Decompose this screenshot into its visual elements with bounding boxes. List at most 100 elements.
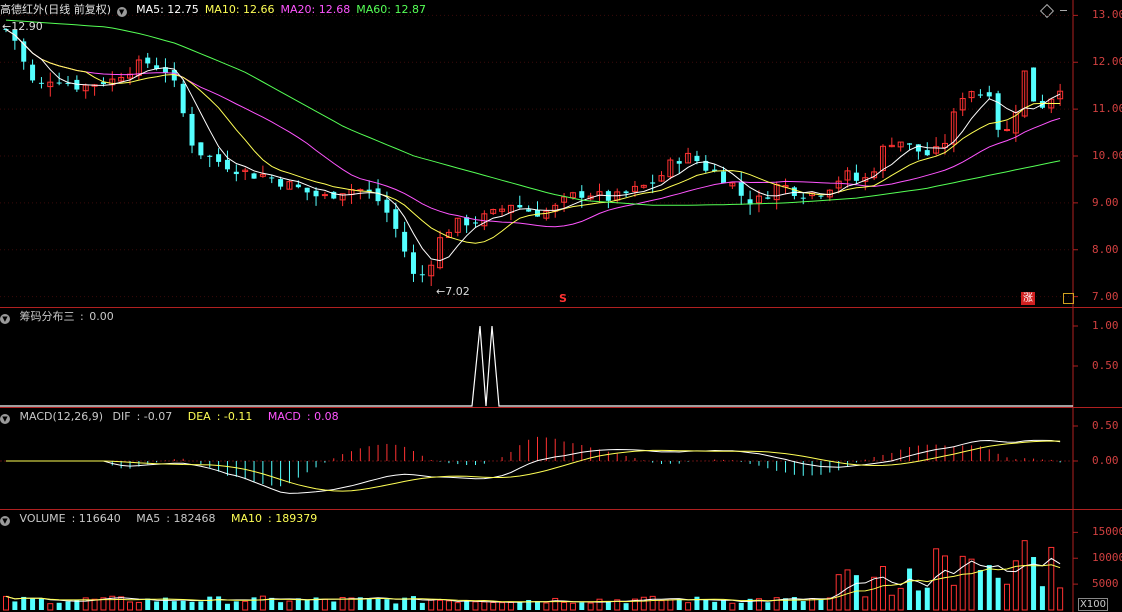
macd-header: ▼ MACD(12,26,9) DIF: -0.07 DEA: -0.11 MA…	[0, 409, 351, 425]
candle-body-down	[313, 190, 319, 197]
volume-bar-up	[968, 558, 975, 611]
candle-body-down	[56, 82, 62, 84]
candle-body-down	[676, 161, 682, 164]
chevron-down-icon[interactable]: ▼	[0, 314, 10, 324]
chip-peak-line	[0, 325, 1073, 407]
volume-bar-down	[171, 601, 177, 610]
square-icon[interactable]	[1063, 293, 1074, 304]
volume-ma5-line	[5, 557, 1061, 603]
volume-bar-down	[65, 601, 71, 610]
candle-body-down	[216, 154, 222, 162]
axis-tick-label: 15000	[1092, 525, 1122, 539]
volume-bar-up	[667, 599, 674, 611]
volume-bar-down	[233, 601, 239, 610]
candle-body-down	[986, 92, 992, 97]
volume-bar-up	[685, 602, 692, 611]
volume-panel[interactable]: ▼ VOLUME: 116640 MA5: 182468 MA10: 18937…	[0, 510, 1122, 612]
chevron-down-icon[interactable]: ▼	[0, 516, 10, 526]
low-price-label: ←7.02	[436, 285, 470, 298]
volume-bar-up	[47, 603, 54, 611]
volume-bar-up	[454, 602, 461, 611]
volume-ma10-number: 189379	[275, 512, 318, 525]
volume-bar-up	[118, 596, 125, 611]
candle-body-down	[853, 172, 859, 181]
axis-tick-label: 8.00	[1092, 242, 1119, 256]
candle-body-down	[419, 274, 425, 276]
macd-panel[interactable]: ▼ MACD(12,26,9) DIF: -0.07 DEA: -0.11 MA…	[0, 408, 1122, 510]
chip-separator: :	[80, 310, 84, 323]
axis-tick-label: 0.50	[1092, 359, 1119, 372]
candlestick-chart[interactable]	[0, 0, 1122, 308]
axis-tick-label: 10.00	[1092, 149, 1122, 162]
chip-header: ▼ 筹码分布三 : 0.00	[0, 309, 120, 325]
candle-body-down	[517, 204, 523, 208]
volume-ma10-line	[5, 564, 1061, 603]
candle-body-down	[738, 181, 744, 196]
volume-value: VOLUME: 116640	[19, 512, 121, 525]
candle-body-down	[924, 150, 930, 156]
volume-bar-down	[180, 600, 186, 610]
volume-bar-up	[552, 597, 559, 611]
candle-body-down	[393, 209, 399, 229]
candle-body-down	[472, 222, 478, 224]
dea-line	[6, 440, 1061, 492]
ma-indicator-legend: MA5: 12.75 MA10: 12.66 MA20: 12.68 MA60: 12…	[136, 3, 432, 16]
candle-body-down	[694, 155, 700, 162]
volume-bar-up	[543, 602, 550, 611]
volume-bar-down	[703, 599, 709, 610]
volume-bar-down	[384, 599, 390, 610]
macd-value-number: 0.08	[314, 410, 339, 423]
candle-body-down	[198, 142, 204, 156]
volume-bar-down	[1039, 586, 1045, 610]
high-price-label: ←12.90	[2, 20, 43, 33]
volume-bar-down	[623, 603, 629, 610]
chevron-down-icon[interactable]: ▼	[116, 7, 127, 17]
dif-label: DIF	[112, 410, 131, 423]
volume-bar-up	[127, 601, 134, 611]
candle-body-down	[977, 94, 983, 96]
volume-ma10-label: MA10	[230, 512, 262, 525]
volume-bar-down	[207, 596, 213, 610]
dif-value: -0.07	[143, 410, 173, 423]
chip-distribution-panel[interactable]: ▼ 筹码分布三 : 0.00 1.00 0.50	[0, 308, 1122, 408]
volume-bar-up	[428, 599, 435, 611]
volume-header: ▼ VOLUME: 116640 MA5: 182468 MA10: 18937…	[0, 511, 329, 527]
axis-tick-label: 0.00	[1092, 454, 1119, 467]
volume-bar-up	[729, 602, 736, 611]
sell-marker: S	[559, 292, 567, 305]
low-price-value: 7.02	[445, 285, 470, 298]
axis-tick-label: 7.00	[1092, 289, 1119, 303]
volume-bar-up	[596, 598, 603, 611]
volume-bar-down	[251, 597, 257, 610]
volume-bar-down	[464, 600, 470, 610]
volume-bar-up	[499, 602, 506, 611]
candle-body-down	[224, 159, 230, 170]
chevron-down-icon[interactable]: ▼	[0, 414, 10, 424]
volume-bar-down	[331, 601, 337, 610]
candle-body-down	[180, 83, 186, 114]
volume-bar-down	[924, 587, 930, 610]
volume-bar-up	[569, 602, 576, 611]
volume-bar-down	[907, 568, 913, 610]
main-chart-panel[interactable]: 高德红外(日线 前复权) ▼ MA5: 12.75 MA10: 12.66 MA20…	[0, 0, 1122, 308]
volume-ma5-label: MA5	[136, 512, 161, 525]
volume-bar-down	[393, 603, 399, 610]
candle-body-down	[402, 231, 408, 252]
candle-body-down	[579, 191, 585, 198]
volume-bar-up	[3, 595, 9, 611]
dif-line	[6, 439, 1061, 494]
volume-bar-up	[640, 596, 647, 611]
axis-tick-label: 13.00	[1092, 8, 1122, 22]
candle-body-down	[526, 209, 532, 212]
candle-body-down	[304, 187, 310, 193]
candle-body-down	[375, 188, 381, 202]
volume-bar-up	[472, 601, 479, 611]
rise-marker[interactable]: 涨	[1021, 292, 1035, 305]
ma20-line	[5, 29, 1061, 228]
volume-bar-up	[844, 569, 851, 611]
candle-body-down	[410, 252, 416, 274]
volume-bar-up	[1021, 540, 1028, 611]
volume-bar-up	[321, 598, 328, 611]
candle-body-down	[1031, 67, 1037, 102]
volume-bar-up	[826, 597, 833, 611]
